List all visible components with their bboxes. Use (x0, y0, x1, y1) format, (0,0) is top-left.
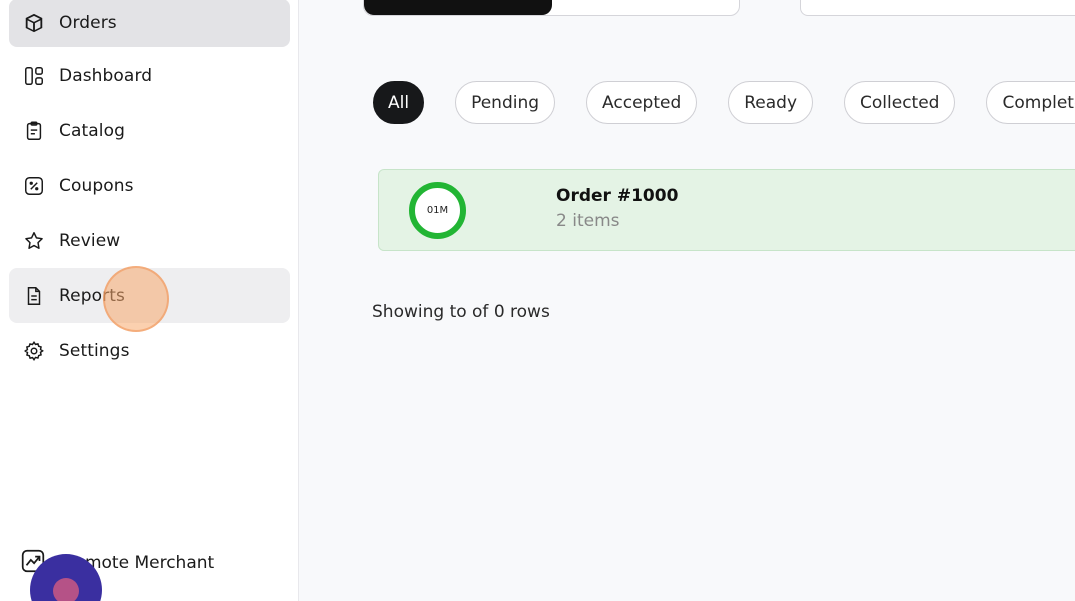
sidebar-item-reports[interactable]: Reports (9, 268, 290, 323)
filter-collected[interactable]: Collected (844, 81, 956, 124)
sidebar-item-label: Reports (59, 285, 125, 306)
main-content: All Pending Accepted Ready Collected Com… (300, 0, 1075, 601)
box-icon (22, 11, 46, 35)
clipboard-icon (22, 119, 46, 143)
star-icon (22, 229, 46, 253)
layout-icon (22, 64, 46, 88)
sidebar-item-label: Coupons (59, 176, 134, 196)
search-input[interactable] (800, 0, 1075, 16)
filter-completed[interactable]: Completed (986, 81, 1075, 124)
sidebar-item-review[interactable]: Review (9, 217, 290, 265)
order-timer: 01M (409, 182, 466, 239)
sidebar-item-label: Settings (59, 341, 130, 361)
percent-icon (22, 174, 46, 198)
filter-accepted[interactable]: Accepted (586, 81, 698, 124)
filter-all[interactable]: All (373, 81, 425, 124)
order-card[interactable]: 01M Order #1000 2 items (378, 169, 1075, 251)
view-toggle[interactable] (363, 0, 740, 16)
order-title: Order #1000 (556, 186, 679, 206)
pagination-summary: Showing to of 0 rows (372, 302, 550, 322)
sidebar-item-catalog[interactable]: Catalog (9, 107, 290, 155)
status-filters: All Pending Accepted Ready Collected Com… (373, 81, 1075, 124)
file-text-icon (22, 284, 46, 308)
sidebar-item-label: Dashboard (59, 66, 153, 86)
order-item-count: 2 items (556, 211, 620, 231)
sidebar-item-label: Catalog (59, 121, 125, 141)
sidebar-item-orders[interactable]: Orders (9, 0, 290, 47)
sidebar-item-coupons[interactable]: Coupons (9, 162, 290, 210)
sidebar-item-label: Orders (59, 13, 117, 33)
sidebar: Orders Dashboard Catalog Coupons Review … (0, 0, 299, 601)
sidebar-item-settings[interactable]: Settings (9, 327, 290, 375)
sidebar-item-label: Review (59, 231, 121, 251)
filter-pending[interactable]: Pending (455, 81, 556, 124)
gear-icon (22, 339, 46, 363)
filter-ready[interactable]: Ready (728, 81, 814, 124)
chat-dot-icon (53, 578, 79, 601)
view-toggle-active[interactable] (364, 0, 552, 15)
sidebar-item-dashboard[interactable]: Dashboard (9, 52, 290, 100)
